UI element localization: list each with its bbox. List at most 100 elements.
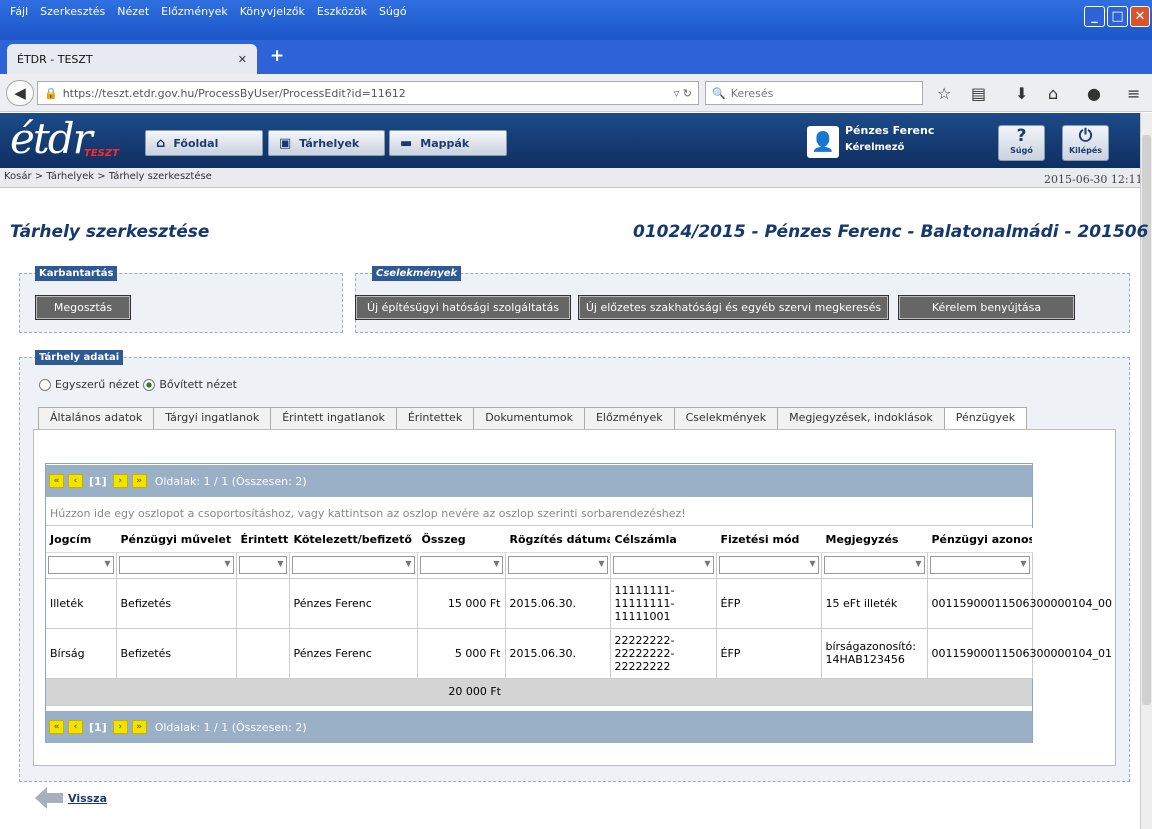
breadcrumb[interactable]: Kosár > Tárhelyek > Tárhely szerkesztése xyxy=(4,171,212,182)
table-cell: 22222222-22222222-22222222 xyxy=(610,628,717,679)
filter-input[interactable]: ▼ xyxy=(612,556,714,574)
user-role: Kérelmező xyxy=(845,142,905,153)
new-authority-request-button[interactable]: Új előzetes szakhatósági és egyéb szervi… xyxy=(578,295,889,320)
share-button[interactable]: Megosztás xyxy=(35,295,131,320)
help-button[interactable]: ? Súgó xyxy=(998,125,1045,161)
menu-file[interactable]: Fájl xyxy=(4,5,34,18)
tab-documents[interactable]: Dokumentumok xyxy=(473,407,585,429)
filter-input[interactable]: ▼ xyxy=(929,556,1030,574)
back-button[interactable]: ◀ xyxy=(6,80,34,106)
grid-pager-bottom: « ‹ [1] › » Oldalak: 1 / 1 (Összesen: 2) xyxy=(46,711,1032,743)
current-page[interactable]: [1] xyxy=(87,721,109,734)
filter-input[interactable]: ▼ xyxy=(118,556,234,574)
logout-button[interactable]: ⏻ Kilépés xyxy=(1062,125,1109,161)
tab-notes[interactable]: Megjegyzések, indoklások xyxy=(777,407,945,429)
tab-affected-parties[interactable]: Érintettek xyxy=(395,407,475,429)
filter-icon[interactable]: ▼ xyxy=(598,559,604,568)
filter-icon[interactable]: ▼ xyxy=(493,559,499,568)
tab-subject-properties[interactable]: Tárgyi ingatlanok xyxy=(153,407,272,429)
new-tab-button[interactable]: + xyxy=(270,46,284,66)
submit-application-button[interactable]: Kérelem benyújtása xyxy=(898,295,1075,320)
extended-view-radio[interactable] xyxy=(143,378,156,391)
hamburger-menu-icon[interactable]: ≡ xyxy=(1127,84,1140,103)
column-header[interactable]: Jogcím xyxy=(46,528,117,553)
filter-input[interactable]: ▼ xyxy=(291,556,415,574)
chat-icon[interactable]: ● xyxy=(1087,84,1101,103)
tab-actions[interactable]: Cselekmények xyxy=(673,407,779,429)
browser-tab[interactable]: ÉTDR - TESZT ✕ xyxy=(7,44,257,74)
table-row[interactable]: Illeték Befizetés Pénzes Ferenc 15 000 F… xyxy=(46,578,1112,629)
table-row[interactable]: Bírság Befizetés Pénzes Ferenc 5 000 Ft … xyxy=(46,628,1112,679)
reading-list-icon[interactable]: ▤ xyxy=(971,84,986,103)
extended-view-label[interactable]: Bővített nézet xyxy=(159,378,237,391)
filter-icon[interactable]: ▼ xyxy=(405,559,411,568)
scrollbar-thumb[interactable] xyxy=(1142,135,1151,705)
tab-history[interactable]: Előzmények xyxy=(583,407,675,429)
column-header[interactable]: Rögzítés dátuma xyxy=(505,528,611,553)
folders-nav-button[interactable]: ▬ Mappák xyxy=(389,130,507,156)
tab-finances[interactable]: Pénzügyek xyxy=(943,407,1028,430)
bookmark-star-icon[interactable]: ☆ xyxy=(937,84,951,103)
filter-icon[interactable]: ▼ xyxy=(277,559,283,568)
filter-input[interactable]: ▼ xyxy=(823,556,925,574)
filter-input[interactable]: ▼ xyxy=(48,556,114,574)
filter-icon[interactable]: ▼ xyxy=(224,559,230,568)
next-page-button[interactable]: › xyxy=(112,474,128,488)
simple-view-label[interactable]: Egyszerű nézet xyxy=(55,378,139,391)
minimize-button[interactable]: _ xyxy=(1084,6,1105,27)
filter-icon[interactable]: ▼ xyxy=(915,559,921,568)
reload-icon[interactable]: ▿ ↻ xyxy=(674,87,692,100)
simple-view-radio[interactable] xyxy=(39,378,51,391)
total-spacer xyxy=(821,678,927,706)
logout-label: Kilépés xyxy=(1068,146,1103,155)
column-header[interactable]: Pénzügyi azonos xyxy=(927,528,1033,553)
menu-help[interactable]: Súgó xyxy=(373,5,413,18)
column-header[interactable]: Kötelezett/befizető xyxy=(289,528,418,553)
etdr-logo[interactable]: étdr xyxy=(10,118,93,160)
next-page-button[interactable]: › xyxy=(112,720,128,734)
home-icon[interactable]: ⌂ xyxy=(1048,84,1058,103)
column-header[interactable]: Megjegyzés xyxy=(821,528,928,553)
first-page-button[interactable]: « xyxy=(49,474,64,488)
home-nav-button[interactable]: ⌂ Főoldal xyxy=(145,130,263,156)
column-header[interactable]: Összeg xyxy=(417,528,506,553)
first-page-button[interactable]: « xyxy=(49,720,64,734)
tab-general[interactable]: Általános adatok xyxy=(38,407,155,429)
prev-page-button[interactable]: ‹ xyxy=(68,474,83,488)
last-page-button[interactable]: » xyxy=(131,474,147,488)
filter-input[interactable]: ▼ xyxy=(419,556,503,574)
menu-tools[interactable]: Eszközök xyxy=(311,5,373,18)
new-building-service-button[interactable]: Új építésügyi hatósági szolgáltatás xyxy=(355,295,571,320)
close-tab-icon[interactable]: ✕ xyxy=(238,53,247,66)
menu-view[interactable]: Nézet xyxy=(111,5,155,18)
menu-history[interactable]: Előzmények xyxy=(155,5,234,18)
back-arrow-icon[interactable] xyxy=(33,783,65,813)
download-icon[interactable]: ⬇ xyxy=(1015,84,1028,103)
maximize-button[interactable]: □ xyxy=(1107,6,1128,27)
group-by-hint[interactable]: Húzzon ide egy oszlopot a csoportosításh… xyxy=(46,502,1032,526)
filter-icon[interactable]: ▼ xyxy=(1020,559,1026,568)
storage-nav-button[interactable]: ▣ Tárhelyek xyxy=(268,130,385,156)
filter-icon[interactable]: ▼ xyxy=(809,559,815,568)
menu-bookmarks[interactable]: Könyvjelzők xyxy=(234,5,311,18)
column-header[interactable]: Fizetési mód xyxy=(716,528,822,553)
column-header[interactable]: Érintett xyxy=(236,528,290,553)
filter-input[interactable]: ▼ xyxy=(718,556,819,574)
last-page-button[interactable]: » xyxy=(131,720,147,734)
filter-icon[interactable]: ▼ xyxy=(704,559,710,568)
search-input[interactable]: 🔍 Keresés xyxy=(705,81,923,105)
close-window-button[interactable]: ✕ xyxy=(1130,6,1150,27)
filter-icon[interactable]: ▼ xyxy=(104,559,110,568)
tab-affected-properties[interactable]: Érintett ingatlanok xyxy=(270,407,397,429)
filter-input[interactable]: ▼ xyxy=(507,556,608,574)
table-header-row: Jogcím Pénzügyi művelet Érintett Kötelez… xyxy=(46,528,1033,553)
menu-edit[interactable]: Szerkesztés xyxy=(34,5,111,18)
back-link[interactable]: Vissza xyxy=(68,792,107,805)
column-header[interactable]: Pénzügyi művelet xyxy=(116,528,237,553)
user-avatar-icon[interactable]: 👤 xyxy=(807,126,839,158)
column-header[interactable]: Célszámla xyxy=(610,528,717,553)
current-page[interactable]: [1] xyxy=(87,475,109,488)
prev-page-button[interactable]: ‹ xyxy=(68,720,83,734)
url-bar[interactable]: 🔒 https://teszt.etdr.gov.hu/ProcessByUse… xyxy=(37,81,699,105)
filter-input[interactable]: ▼ xyxy=(238,556,287,574)
